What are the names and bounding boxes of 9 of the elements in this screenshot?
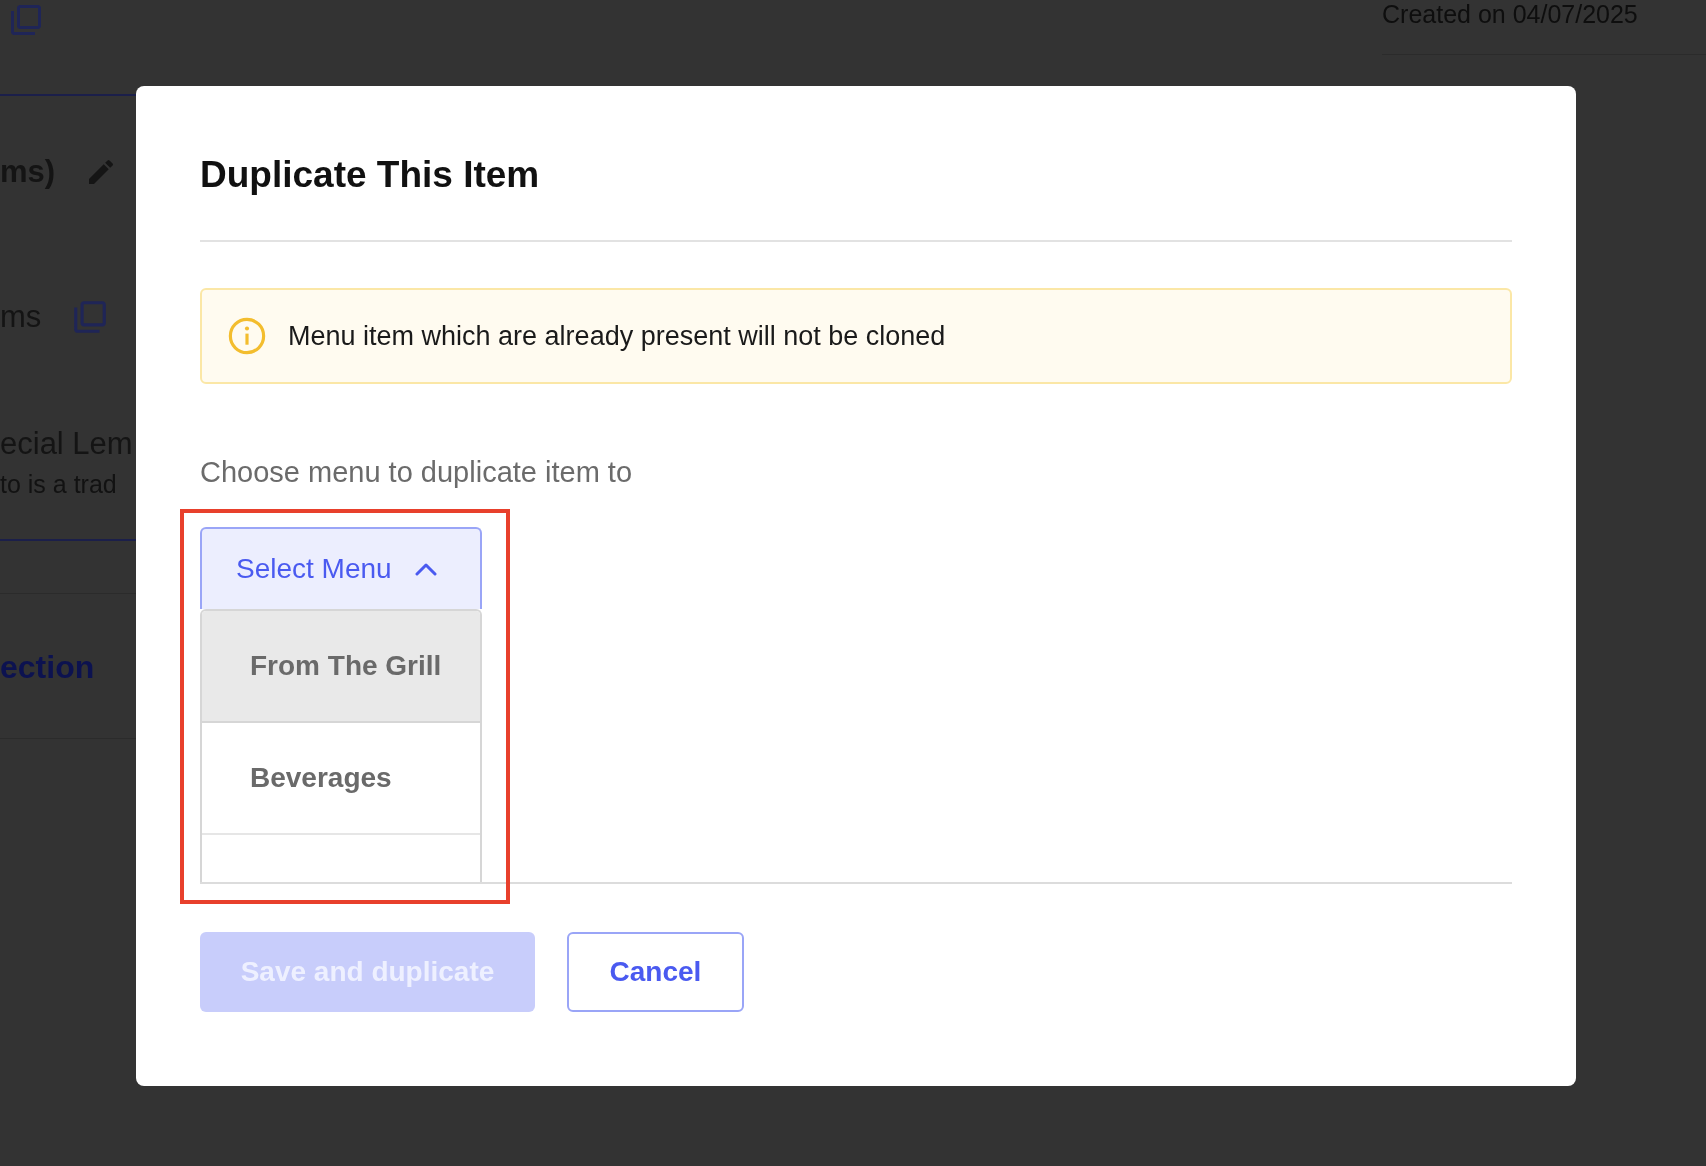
copy-icon[interactable] xyxy=(8,2,44,38)
menu-dropdown[interactable]: Select Menu xyxy=(200,527,482,609)
notice-text: Menu item which are already present will not be cloned xyxy=(288,320,946,352)
field-label: Choose menu to duplicate item to xyxy=(200,456,634,489)
dialog-title: Duplicate This Item xyxy=(200,154,541,196)
cancel-button[interactable]: Cancel xyxy=(567,932,744,1012)
info-icon xyxy=(228,317,266,355)
caret-icon xyxy=(413,562,438,576)
dropdown-option[interactable]: From The Grill xyxy=(202,611,480,723)
